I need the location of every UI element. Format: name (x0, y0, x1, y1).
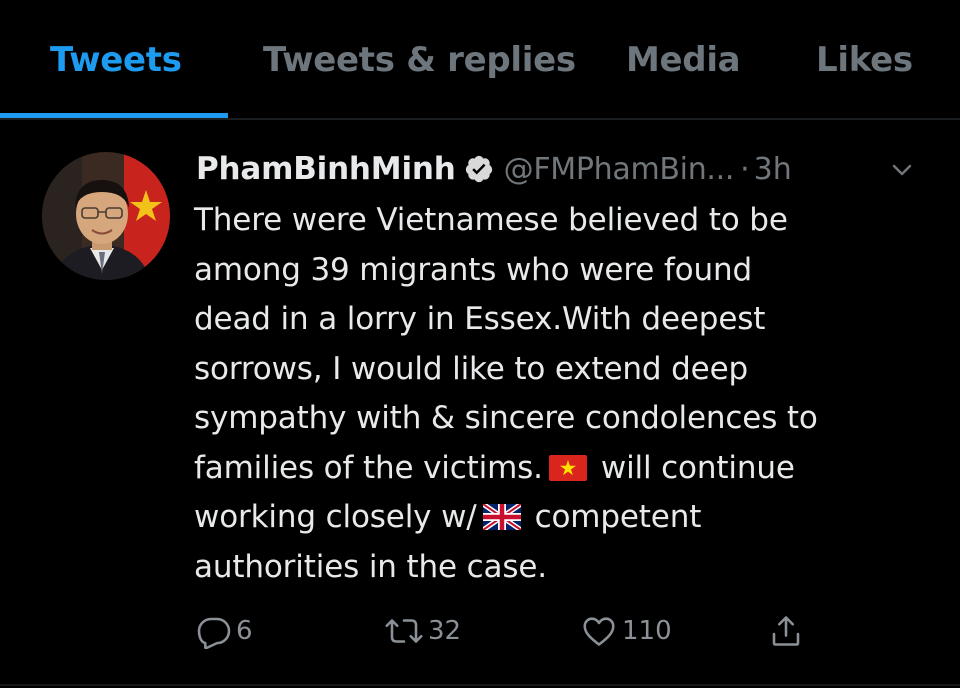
verified-badge-icon (464, 154, 494, 184)
profile-tabs: Tweets Tweets & replies Media Likes (0, 0, 960, 120)
reply-count: 6 (236, 616, 253, 646)
tweet-text-segment: competent (534, 499, 702, 535)
chevron-down-icon[interactable] (888, 158, 916, 182)
tweet-text-line: among 39 migrants who were found (194, 251, 752, 288)
tweet-text-line: sorrows, I would like to extend deep (194, 350, 749, 387)
tweet-text-line: working closely w/competent (194, 493, 934, 543)
tweet-text-line: families of the victims. will continue (194, 444, 934, 494)
tweet-timestamp[interactable]: 3h (754, 152, 792, 187)
retweet-icon (384, 613, 424, 649)
like-button[interactable]: 110 (580, 608, 672, 654)
tweet-text-line: sympathy with & sincere condolences to (194, 400, 818, 436)
retweet-count: 32 (428, 616, 462, 646)
reply-button[interactable]: 6 (196, 608, 253, 654)
tab-media[interactable]: Media (626, 40, 741, 80)
tweet-text-segment: working closely w/ (194, 499, 477, 535)
tweet-text-segment: families of the victims. (194, 449, 543, 486)
tweet-divider (0, 684, 960, 686)
tweet-text-segment: will continue (600, 449, 795, 486)
tweet-text-line: dead in a lorry in Essex.With deepest (194, 301, 766, 337)
retweet-button[interactable]: 32 (384, 608, 461, 654)
tabs-divider (0, 118, 960, 120)
tweet-header: PhamBinhMinh @FMPhamBin... · 3h (196, 148, 792, 190)
vietnam-flag-icon (548, 447, 587, 481)
display-name[interactable]: PhamBinhMinh (196, 151, 456, 187)
separator-dot: · (740, 151, 750, 187)
tweet-text: There were Vietnamese believed to be amo… (194, 196, 934, 592)
avatar[interactable] (42, 152, 170, 280)
tweet-text-line: authorities in the case. (194, 548, 547, 585)
tweet-actions: 6 32 110 (0, 608, 960, 654)
share-button[interactable] (768, 608, 804, 654)
tab-tweets[interactable]: Tweets (50, 40, 182, 80)
united-kingdom-flag-icon (481, 496, 522, 533)
user-handle[interactable]: @FMPhamBin... (504, 152, 735, 187)
tab-tweets-and-replies[interactable]: Tweets & replies (263, 40, 576, 80)
tweet-text-line: There were Vietnamese believed to be (194, 202, 788, 238)
like-icon (580, 613, 618, 649)
reply-icon (196, 613, 232, 649)
tab-likes[interactable]: Likes (816, 40, 913, 80)
like-count: 110 (622, 616, 672, 646)
share-icon (768, 613, 804, 649)
